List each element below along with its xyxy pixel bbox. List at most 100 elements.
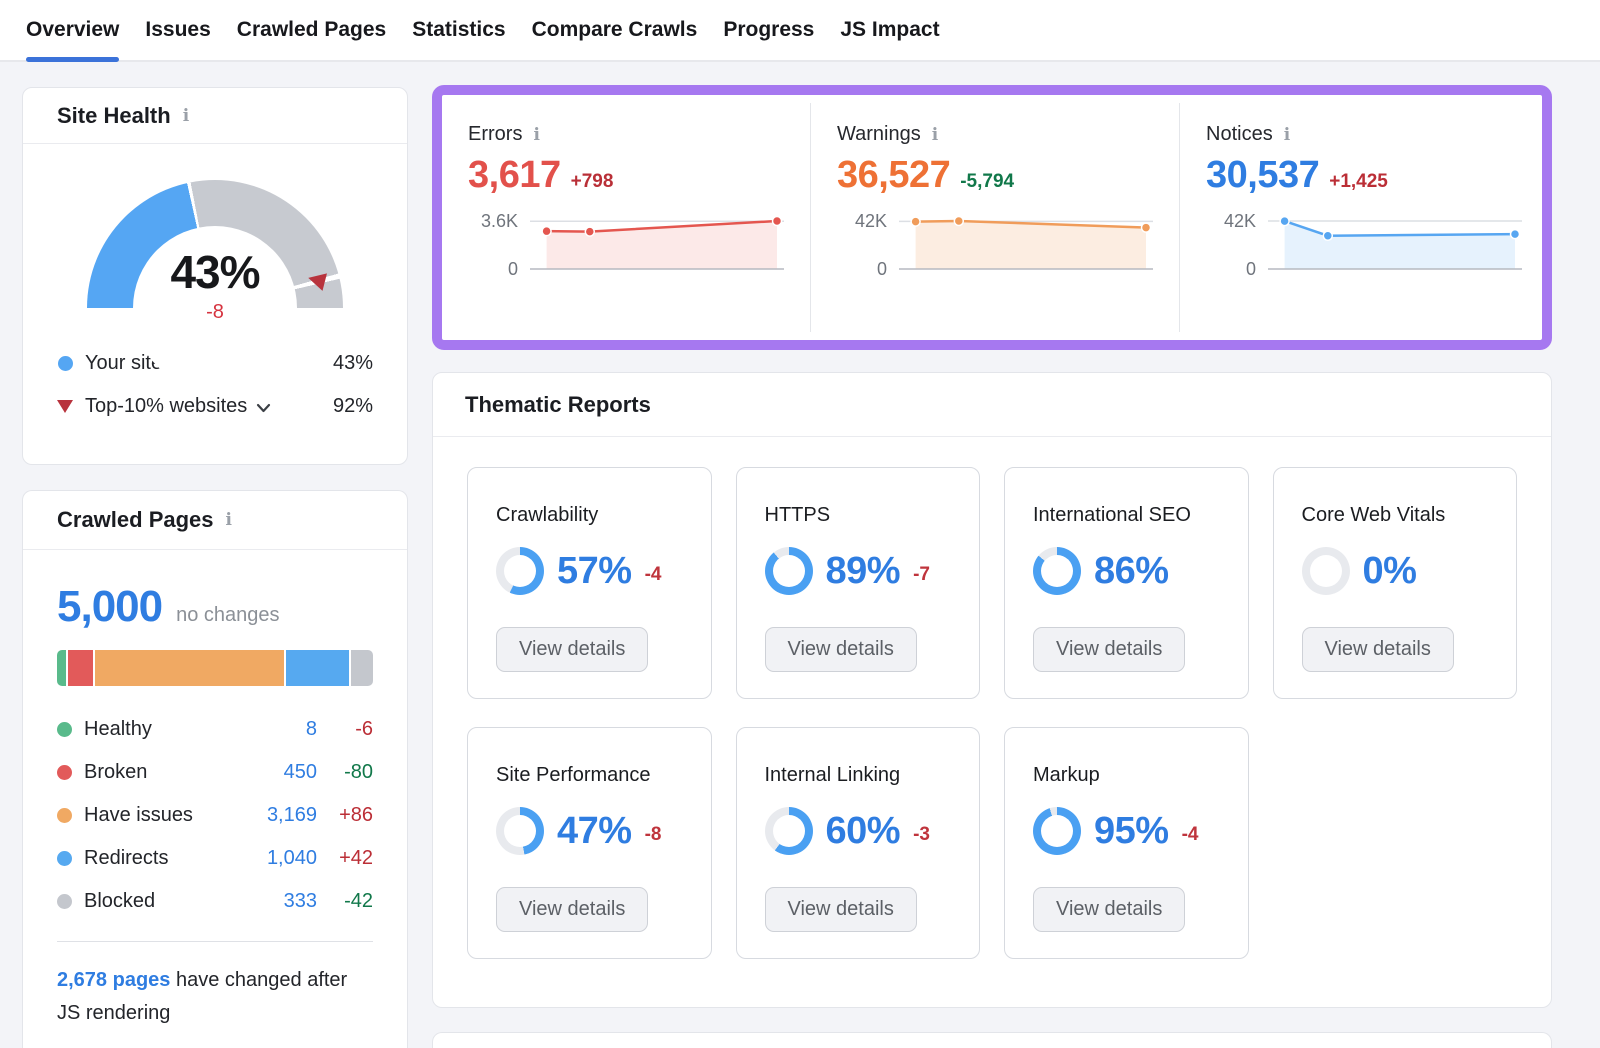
legend-value-link[interactable]: 3,169: [239, 804, 317, 827]
bar-segment-blocked: [351, 650, 373, 686]
legend-label: Have issues: [84, 804, 239, 827]
metric-value[interactable]: 36,527: [837, 154, 950, 197]
y-axis-zero-label: 0: [508, 259, 518, 280]
tab-issues[interactable]: Issues: [145, 0, 210, 60]
thematic-card-international-seo: International SEO 86% View details: [1004, 467, 1249, 699]
donut-progress-chart: [1302, 547, 1350, 595]
thematic-reports-title: Thematic Reports: [465, 392, 651, 418]
divider: [57, 941, 373, 942]
legend-value: 92%: [333, 395, 373, 418]
metric-notices: Notices i 30,537 +1,425 42K 0: [1179, 103, 1548, 332]
legend-value-link[interactable]: 450: [239, 761, 317, 784]
tab-overview[interactable]: Overview: [26, 0, 119, 60]
trend-sparkline-chart: [1268, 213, 1522, 277]
thematic-change: -8: [645, 824, 662, 846]
legend-dot-icon: [57, 722, 72, 737]
thematic-card-title: Internal Linking: [765, 764, 952, 787]
tab-label: JS Impact: [840, 18, 939, 42]
view-details-button[interactable]: View details: [496, 887, 648, 932]
donut-progress-chart: [1033, 807, 1081, 855]
thematic-reports-card: Thematic Reports Crawlability 57% -4 Vie…: [432, 372, 1552, 1008]
legend-row-broken: Broken 450 -80: [57, 751, 373, 794]
site-health-score-change: -8: [87, 301, 343, 324]
changed-pages-link[interactable]: 2,678 pages: [57, 969, 170, 991]
legend-label: Blocked: [84, 890, 239, 913]
legend-value-link[interactable]: 8: [239, 718, 317, 741]
bar-segment-healthy: [57, 650, 66, 686]
info-icon[interactable]: i: [183, 106, 189, 126]
tab-js-impact[interactable]: JS Impact: [840, 0, 939, 60]
crawled-pages-total: 5,000: [57, 582, 162, 632]
legend-dot-icon: [57, 765, 72, 780]
thematic-card-crawlability: Crawlability 57% -4 View details: [467, 467, 712, 699]
legend-label: Broken: [84, 761, 239, 784]
legend-dot-icon: [57, 851, 72, 866]
legend-change: +42: [317, 847, 373, 870]
view-details-button[interactable]: View details: [1033, 887, 1185, 932]
thematic-percent: 47%: [557, 810, 632, 853]
thematic-percent: 95%: [1094, 810, 1169, 853]
metric-warnings: Warnings i 36,527 -5,794 42K 0: [810, 103, 1179, 332]
donut-progress-chart: [765, 807, 813, 855]
bar-segment-redirects: [286, 650, 349, 686]
tab-label: Issues: [145, 18, 210, 42]
thematic-reports-grid: Crawlability 57% -4 View details HTTPS 8…: [433, 437, 1551, 989]
info-icon[interactable]: i: [533, 125, 539, 145]
tab-label: Compare Crawls: [532, 18, 698, 42]
legend-change: -42: [317, 890, 373, 913]
crawled-pages-stacked-bar: [57, 650, 373, 686]
y-axis-top-label: 42K: [855, 211, 887, 232]
legend-label: Healthy: [84, 718, 239, 741]
metric-label: Warnings: [837, 123, 921, 146]
thematic-change: -7: [913, 564, 930, 586]
tab-progress[interactable]: Progress: [723, 0, 814, 60]
thematic-change: -3: [913, 824, 930, 846]
issues-summary-panel-highlighted: Errors i 3,617 +798 3.6K 0 Warnings i 36…: [432, 85, 1552, 350]
info-icon[interactable]: i: [226, 510, 232, 530]
metric-change: +798: [571, 171, 614, 193]
thematic-card-internal-linking: Internal Linking 60% -3 View details: [736, 727, 981, 959]
legend-value-link[interactable]: 1,040: [239, 847, 317, 870]
legend-row-blocked: Blocked 333 -42: [57, 880, 373, 923]
metric-value[interactable]: 3,617: [468, 154, 561, 197]
tab-statistics[interactable]: Statistics: [412, 0, 505, 60]
tab-crawled-pages[interactable]: Crawled Pages: [237, 0, 386, 60]
metric-value[interactable]: 30,537: [1206, 154, 1319, 197]
view-details-button[interactable]: View details: [1033, 627, 1185, 672]
thematic-card-title: Core Web Vitals: [1302, 504, 1489, 527]
top-tab-bar: Overview Issues Crawled Pages Statistics…: [0, 0, 1600, 62]
donut-progress-chart: [496, 807, 544, 855]
crawled-pages-card: Crawled Pages i 5,000 no changes Healthy…: [22, 490, 408, 1048]
site-health-title: Site Health: [57, 103, 171, 129]
metric-change: +1,425: [1329, 171, 1388, 193]
thematic-percent: 60%: [826, 810, 901, 853]
legend-change: -80: [317, 761, 373, 784]
site-health-gauge: 43% -8: [87, 180, 343, 308]
legend-value-link[interactable]: 333: [239, 890, 317, 913]
bar-segment-broken: [68, 650, 93, 686]
donut-progress-chart: [496, 547, 544, 595]
thematic-card-site-performance: Site Performance 47% -8 View details: [467, 727, 712, 959]
view-details-button[interactable]: View details: [765, 887, 917, 932]
view-details-button[interactable]: View details: [765, 627, 917, 672]
thematic-percent: 57%: [557, 550, 632, 593]
thematic-card-title: Crawlability: [496, 504, 683, 527]
info-icon[interactable]: i: [1284, 125, 1290, 145]
y-axis-top-label: 3.6K: [481, 211, 518, 232]
metric-change: -5,794: [960, 171, 1014, 193]
view-details-button[interactable]: View details: [496, 627, 648, 672]
thematic-card-https: HTTPS 89% -7 View details: [736, 467, 981, 699]
metric-errors: Errors i 3,617 +798 3.6K 0: [442, 103, 810, 332]
legend-value: 43%: [333, 352, 373, 375]
thematic-card-title: Site Performance: [496, 764, 683, 787]
crawled-pages-total-note: no changes: [176, 604, 279, 627]
legend-row-redirects: Redirects 1,040 +42: [57, 837, 373, 880]
view-details-button[interactable]: View details: [1302, 627, 1454, 672]
tab-label: Statistics: [412, 18, 505, 42]
donut-progress-chart: [765, 547, 813, 595]
thematic-card-title: International SEO: [1033, 504, 1220, 527]
js-rendering-note: 2,678 pages have changed after JS render…: [57, 964, 373, 1030]
info-icon[interactable]: i: [932, 125, 938, 145]
legend-dot-icon: [57, 808, 72, 823]
tab-compare-crawls[interactable]: Compare Crawls: [532, 0, 698, 60]
